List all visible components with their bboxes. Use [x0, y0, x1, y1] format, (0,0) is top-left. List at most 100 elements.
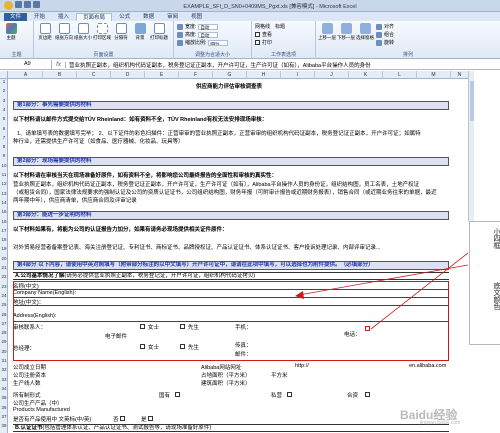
row-header-cell[interactable]: 29: [0, 339, 8, 344]
row-header-cell[interactable]: 37: [0, 414, 8, 419]
selected-range-highlight: [13, 281, 449, 361]
row-header-cell[interactable]: 2: [0, 88, 8, 93]
formula-input[interactable]: 营业执照正副本，组织机构代码证副本，税务登记证正副本，开户许可证，生产许可证（如…: [66, 61, 500, 69]
row-header-cell[interactable]: 17: [0, 228, 8, 233]
column-header-cell[interactable]: N: [451, 71, 469, 79]
row-header-cell[interactable]: 15: [0, 209, 8, 214]
column-header-cell[interactable]: H: [247, 71, 281, 79]
ownership-foreign-checkbox[interactable]: [365, 392, 370, 397]
row-header-cell[interactable]: 22: [0, 274, 8, 279]
row-header-cell[interactable]: 13: [0, 191, 8, 196]
row-header-cell[interactable]: 11: [0, 172, 8, 177]
fx-button[interactable]: fx: [52, 61, 66, 68]
row-header-cell[interactable]: 5: [0, 116, 8, 121]
row-header-cell[interactable]: 14: [0, 200, 8, 205]
tab-insert[interactable]: 插入: [52, 13, 75, 21]
row-header-cell[interactable]: 20: [0, 256, 8, 261]
export-yes-checkbox[interactable]: [148, 416, 153, 421]
row-header-cell[interactable]: 21: [0, 265, 8, 270]
title-bar: EXAMPLE_SFI_D_SN0+0409MS_Pgxt.xls [兼容模式]…: [0, 0, 500, 12]
row-header-cell[interactable]: 26: [0, 312, 8, 317]
row-header-cell[interactable]: 25: [0, 302, 8, 307]
save-icon[interactable]: [15, 1, 22, 8]
column-header-cell[interactable]: I: [281, 71, 315, 79]
section-b-note: (包括管理体系认证、产品认证证书、测试报告等，请现场准备好原件): [42, 425, 212, 431]
window-title: EXAMPLE_SFI_D_SN0+0409MS_Pgxt.xls [兼容模式]…: [183, 3, 357, 10]
worksheet[interactable]: 供应商能力评估审核调查表 第1部分：事先需要提供的材料 以下材料请以邮件方式提交…: [9, 79, 468, 433]
column-header-cell[interactable]: A: [9, 71, 43, 79]
column-header-cell[interactable]: J: [315, 71, 349, 79]
row-header-cell[interactable]: 38: [0, 423, 8, 428]
row-header-cell[interactable]: 12: [0, 181, 8, 186]
tab-file[interactable]: 文件: [4, 13, 28, 21]
part1-instruction: 以下材料请以邮件方式提交给TÜV Rheinland：如有资料不全，TÜV Rh…: [13, 117, 268, 123]
ownership-state-checkbox[interactable]: [175, 392, 180, 397]
gridlines-print-checkbox[interactable]: [255, 40, 260, 45]
column-header-cell[interactable]: C: [77, 71, 111, 79]
column-header-cell[interactable]: M: [417, 71, 451, 79]
row-header-cell[interactable]: 34: [0, 386, 8, 391]
name-box[interactable]: A9: [0, 60, 52, 69]
redo-icon[interactable]: [33, 1, 40, 8]
tab-home[interactable]: 开始: [28, 13, 51, 21]
row-header-cell[interactable]: 36: [0, 405, 8, 410]
callout-text-1: 小四框: [493, 228, 500, 249]
field-est-date: 公司成立日期: [13, 365, 47, 371]
column-header-cell[interactable]: B: [43, 71, 77, 79]
row-header-cell[interactable]: 33: [0, 377, 8, 382]
column-header-cell[interactable]: E: [145, 71, 179, 79]
row-header-cell[interactable]: 23: [0, 284, 8, 289]
scale-input[interactable]: 85%: [208, 39, 229, 46]
row-header-cell[interactable]: 16: [0, 219, 8, 224]
row-header-cell[interactable]: 30: [0, 349, 8, 354]
bring-forward-label: 上移一层: [318, 35, 336, 40]
column-header-cell[interactable]: F: [179, 71, 213, 79]
part2-line-1: 营业执照正副本，组织机构代码证正副本，税务登记证正副本，开户许可证，生产许可证（…: [13, 182, 420, 188]
tab-view[interactable]: 视图: [185, 13, 208, 21]
office-logo-icon[interactable]: [4, 1, 13, 10]
tab-formulas[interactable]: 公式: [113, 13, 136, 21]
row-header-cell[interactable]: 1: [0, 79, 8, 84]
send-backward-label: 下移一层: [337, 35, 355, 40]
align-button[interactable]: 对齐: [384, 23, 394, 30]
row-header-cell[interactable]: 19: [0, 246, 8, 251]
row-header-cell[interactable]: 18: [0, 237, 8, 242]
export-no-checkbox[interactable]: [120, 416, 125, 421]
row-header-cell[interactable]: 6: [0, 126, 8, 131]
row-header-cell[interactable]: 4: [0, 107, 8, 112]
height-select[interactable]: 自动: [198, 31, 219, 38]
tab-review[interactable]: 审阅: [161, 13, 184, 21]
row-header-cell[interactable]: 27: [0, 321, 8, 326]
field-url-suffix: en.alibaba.com: [409, 363, 447, 369]
row-header-cell[interactable]: 24: [0, 293, 8, 298]
column-header-cell[interactable]: D: [111, 71, 145, 79]
width-select[interactable]: 自动: [198, 23, 219, 30]
vertical-scrollbar[interactable]: [468, 71, 474, 221]
row-header-cell[interactable]: 10: [0, 163, 8, 168]
group-theme-label: 主题: [11, 52, 22, 58]
row-header-cell[interactable]: 9: [0, 153, 8, 158]
gridlines-view-checkbox[interactable]: [255, 32, 260, 37]
undo-icon[interactable]: [24, 1, 31, 8]
column-header-cell[interactable]: G: [213, 71, 247, 79]
column-header-cell[interactable]: K: [349, 71, 383, 79]
row-header-cell[interactable]: 35: [0, 395, 8, 400]
column-header-cell[interactable]: L: [383, 71, 417, 79]
part2-line-2: （或租赁合同），国家法律法规要求的强制认证及公司的资质认证证书，公司组织结构图，…: [13, 190, 437, 196]
row-header-cell[interactable]: 3: [0, 98, 8, 103]
group-button[interactable]: 组合: [384, 31, 394, 38]
select-all-corner[interactable]: [0, 71, 8, 79]
tab-data[interactable]: 数据: [137, 13, 160, 21]
scrollbar-thumb[interactable]: [470, 81, 474, 121]
row-header-cell[interactable]: 28: [0, 330, 8, 335]
row-header-cell[interactable]: 8: [0, 144, 8, 149]
group-sheet-options: 网格线 查看 打印 标题 工作表选项: [252, 21, 316, 59]
ownership-private-checkbox[interactable]: [287, 392, 292, 397]
row-header-cell[interactable]: 31: [0, 358, 8, 363]
document-title: 供应商能力评估审核调查表: [195, 84, 262, 90]
row-header-cell[interactable]: 32: [0, 367, 8, 372]
field-building: 建筑面积（平方米）: [201, 381, 251, 387]
row-header-cell[interactable]: 7: [0, 135, 8, 140]
tab-page-layout[interactable]: 页面布局: [76, 13, 113, 21]
rotate-button[interactable]: 旋转: [384, 39, 394, 46]
